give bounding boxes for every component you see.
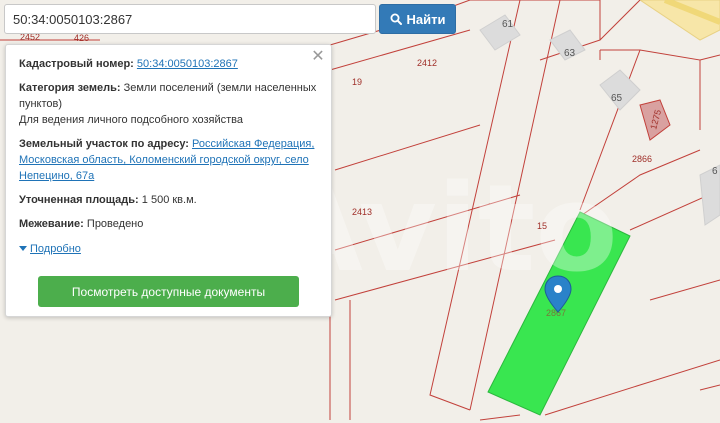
parcel-label-2413: 2413 — [352, 207, 372, 217]
address-row: Земельный участок по адресу: Российская … — [19, 136, 318, 184]
parcel-label-426: 426 — [74, 33, 89, 43]
search-button[interactable]: Найти — [379, 4, 456, 34]
land-category-row: Категория земель: Земли поселений (земли… — [19, 80, 318, 128]
house-number-65: 65 — [611, 93, 623, 104]
address-label: Земельный участок по адресу: — [19, 138, 189, 150]
parcel-info-popup: ✕ Кадастровый номер: 50:34:0050103:2867 … — [5, 44, 332, 317]
details-row: Подробно — [19, 240, 318, 257]
house-number-63: 63 — [564, 48, 576, 59]
area-value: 1 500 кв.м. — [141, 194, 197, 206]
details-link[interactable]: Подробно — [19, 241, 81, 257]
parcel-label-2866: 2866 — [632, 154, 652, 164]
cadastral-number-label: Кадастровый номер: — [19, 58, 134, 70]
search-button-label: Найти — [406, 11, 446, 27]
survey-value: Проведено — [86, 218, 144, 230]
cadastral-number-row: Кадастровый номер: 50:34:0050103:2867 — [19, 56, 318, 72]
land-category-label: Категория земель: — [19, 82, 121, 94]
cadastral-search-input[interactable] — [4, 4, 376, 34]
area-row: Уточненная площадь: 1 500 кв.м. — [19, 192, 318, 208]
parcel-label-19: 19 — [352, 77, 362, 87]
land-purpose-value: Для ведения личного подсобного хозяйства — [19, 114, 243, 126]
search-icon — [390, 13, 402, 25]
house-number-6: 6 — [712, 166, 718, 177]
view-documents-button[interactable]: Посмотреть доступные документы — [38, 276, 299, 307]
chevron-down-icon — [19, 246, 27, 251]
house-number-61: 61 — [502, 19, 514, 30]
close-icon[interactable]: ✕ — [311, 49, 325, 65]
details-link-label: Подробно — [30, 242, 81, 255]
survey-row: Межевание: Проведено — [19, 216, 318, 232]
cadastral-number-link[interactable]: 50:34:0050103:2867 — [137, 58, 238, 70]
parcel-label-2412: 2412 — [417, 58, 437, 68]
area-label: Уточненная площадь: — [19, 194, 139, 206]
survey-label: Межевание: — [19, 218, 84, 230]
parcel-label-15: 15 — [537, 221, 547, 231]
